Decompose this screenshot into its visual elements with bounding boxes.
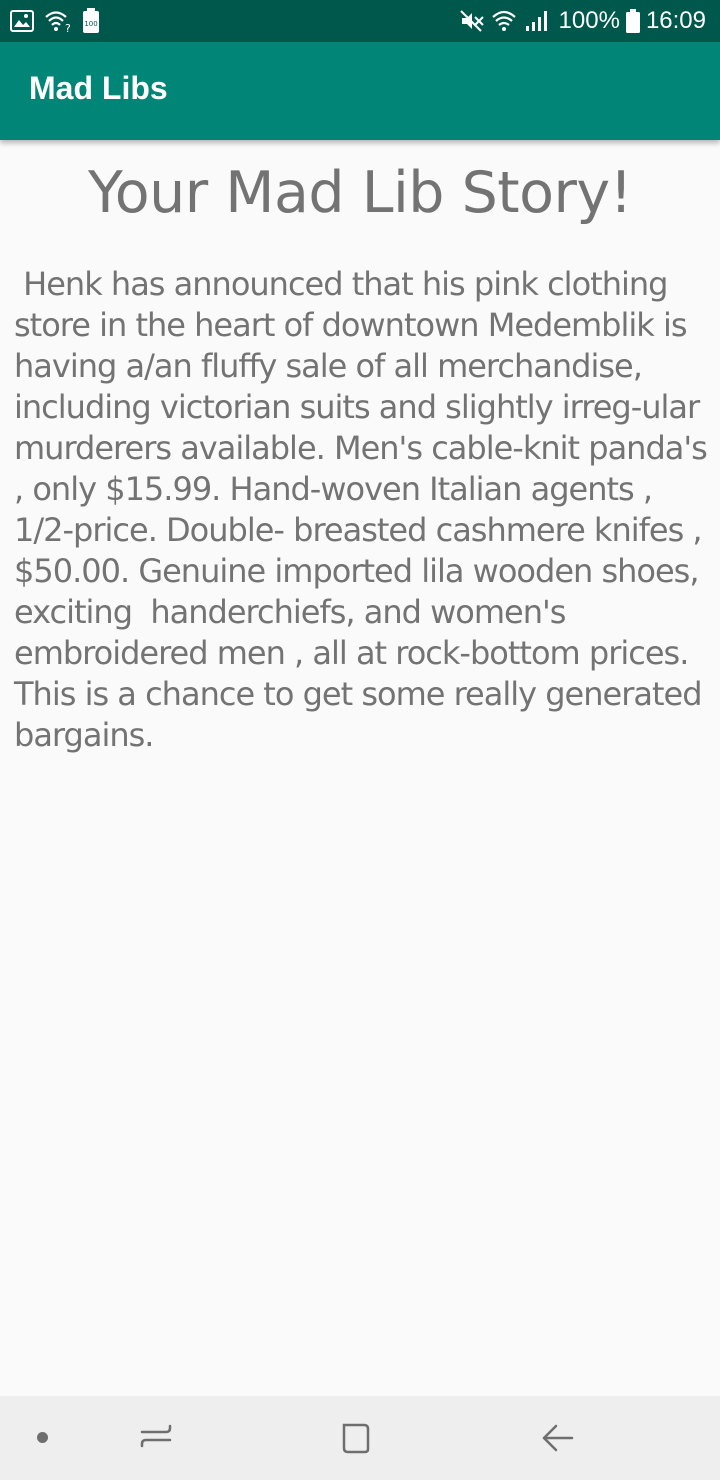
back-icon[interactable]	[538, 1418, 578, 1458]
status-time: 16:09	[645, 7, 706, 34]
image-icon	[10, 10, 34, 32]
main-content: Your Mad Lib Story! Henk has announced t…	[0, 140, 720, 1396]
battery-icon	[625, 9, 640, 33]
signal-icon	[525, 11, 547, 31]
battery-saver-icon: 100	[83, 8, 99, 33]
story-text: Henk has announced that his pink clothin…	[14, 265, 717, 754]
home-icon[interactable]	[336, 1418, 376, 1458]
mute-icon	[459, 10, 484, 32]
app-bar: Mad Libs	[0, 42, 720, 140]
app-title: Mad Libs	[29, 70, 168, 106]
wifi-icon	[491, 10, 516, 31]
status-left-icons: ? 100	[10, 8, 100, 34]
page-title: Your Mad Lib Story!	[87, 160, 633, 226]
navigation-bar	[0, 1396, 720, 1480]
status-right-icons: 100% 16:09	[459, 6, 706, 36]
status-bar: ? 100 100% 16:09	[0, 0, 720, 42]
battery-percent: 100%	[558, 7, 620, 34]
dot-icon[interactable]	[37, 1432, 48, 1443]
svg-text:100: 100	[84, 20, 97, 28]
svg-text:?: ?	[65, 22, 71, 33]
recents-icon[interactable]	[136, 1418, 176, 1458]
wifi-question-icon: ?	[45, 11, 71, 33]
